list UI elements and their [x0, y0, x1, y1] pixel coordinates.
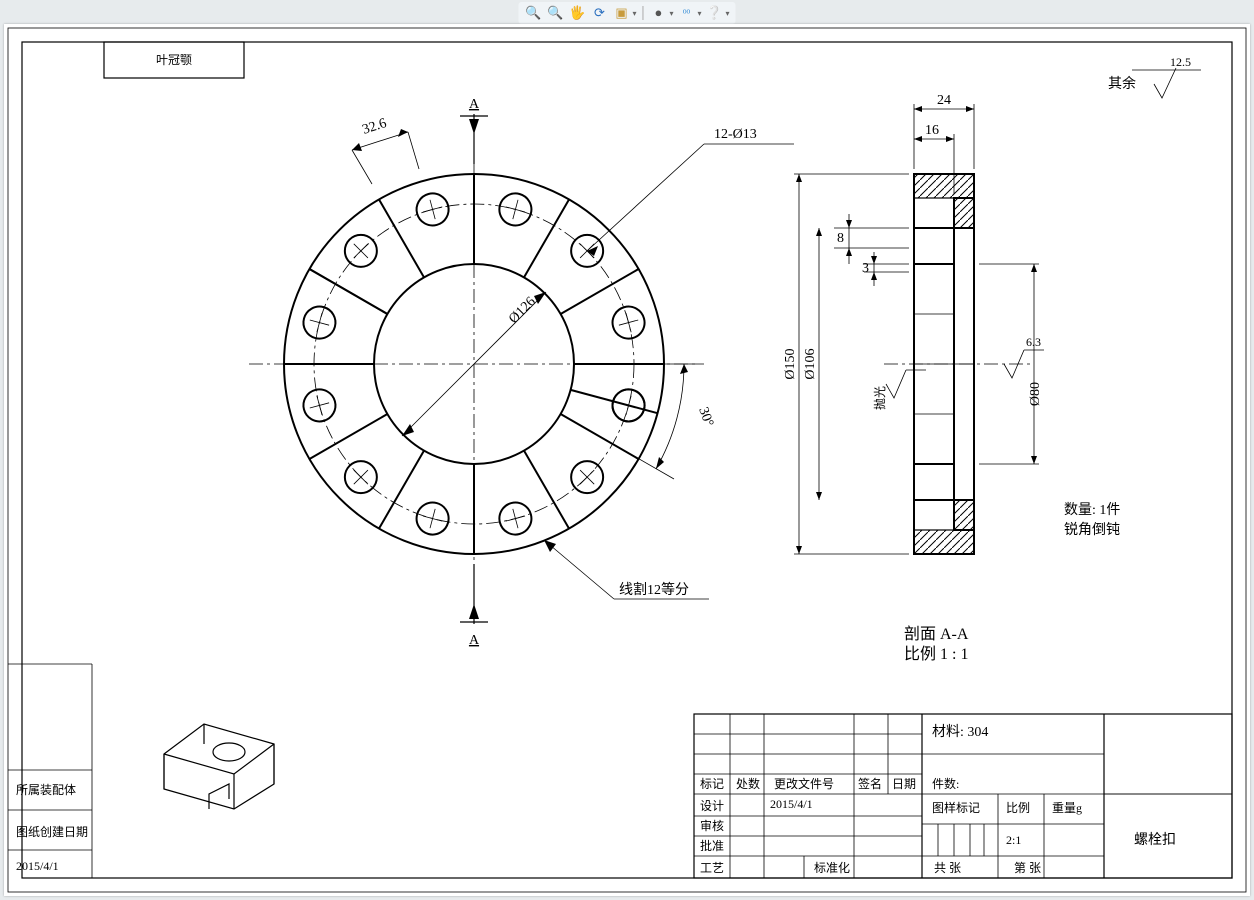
dim-80: Ø80: [1028, 382, 1043, 406]
drawing-sheet: 叶冠颚 所属装配体 图纸创建日期 2015/4/1: [4, 24, 1250, 896]
chevron-down-icon[interactable]: ▾: [698, 9, 702, 18]
dim-angle: 30°: [695, 405, 716, 429]
date-created-value: 2015/4/1: [16, 859, 59, 873]
dim-hole-callout: 12-Ø13: [714, 127, 757, 142]
dim-106: Ø106: [803, 348, 818, 379]
pan-icon[interactable]: 🖐: [568, 4, 586, 22]
lbl-design: 设计: [700, 799, 724, 813]
section-view: 24 16 8 3 Ø150 Ø106: [783, 93, 1044, 663]
sheet-inner-border: [22, 42, 1232, 878]
rest-label: 其余: [1108, 75, 1136, 92]
scale-val: 2:1: [1006, 833, 1021, 847]
figmark-text: 图样标记: [932, 800, 980, 815]
options-icon[interactable]: ᵒᵒ: [678, 4, 696, 22]
isometric-view: [164, 724, 274, 809]
surface-finish-left: 抛光: [872, 370, 926, 410]
view-cube-icon[interactable]: ▣: [612, 4, 630, 22]
section-title-line2: 比例 1 : 1: [904, 645, 968, 663]
hdr-sign: 签名: [858, 776, 882, 791]
chevron-down-icon[interactable]: ▾: [669, 9, 673, 18]
lbl-process: 工艺: [700, 861, 724, 875]
hdr-place: 处数: [736, 776, 760, 791]
quantity-notes: 数量: 1件 锐角倒钝: [1064, 502, 1120, 538]
surf-right-text: 6.3: [1026, 335, 1041, 349]
section-letter-bottom: A: [469, 633, 480, 648]
refresh-icon[interactable]: ⟳: [590, 4, 608, 22]
front-view: A A Ø126 12-Ø13 30°: [249, 97, 794, 648]
cad-drawing: 叶冠颚 所属装配体 图纸创建日期 2015/4/1: [4, 24, 1250, 896]
dim-bcd: Ø126: [506, 294, 539, 327]
qty-text: 数量: 1件: [1064, 502, 1120, 518]
toolbar-separator: [642, 6, 643, 20]
dim-3: 3: [862, 261, 869, 276]
dim-spacing: 32.6: [361, 116, 389, 138]
note-wirecut: 线割12等分: [619, 581, 689, 598]
top-label-text: 叶冠颚: [156, 53, 192, 67]
assembly-label: 所属装配体: [16, 783, 76, 797]
dim-8: 8: [837, 231, 844, 246]
sheet-no: 第 张: [1014, 861, 1041, 875]
edges-text: 锐角倒钝: [1064, 522, 1120, 538]
dim-16: 16: [925, 123, 939, 138]
zoom-in-icon[interactable]: 🔍: [524, 4, 542, 22]
material-text: 材料: 304: [932, 724, 988, 740]
hdr-changedoc: 更改文件号: [774, 776, 834, 791]
section-title-line1: 剖面 A-A: [904, 625, 969, 643]
section-letter-top: A: [469, 97, 480, 112]
date-created-label: 图纸创建日期: [16, 825, 88, 839]
sheets-total: 共 张: [934, 861, 961, 875]
weight-text: 重量g: [1052, 801, 1082, 815]
zoom-out-icon[interactable]: 🔍: [546, 4, 564, 22]
pieces-text: 件数:: [932, 776, 959, 791]
title-block: 标记 处数 更改文件号 签名 日期 设计 2015/4/1 审核 批准 工艺 标…: [694, 714, 1232, 878]
lbl-check: 审核: [700, 818, 724, 833]
view-toolbar: 🔍 🔍 🖐 ⟳ ▣ ▾ ● ▾ ᵒᵒ ▾ ❔ ▾: [518, 2, 735, 24]
surf-left-text: 抛光: [872, 386, 887, 410]
surface-finish-right: 6.3: [1004, 335, 1044, 378]
surface-rest-note: 其余 12.5: [1108, 55, 1201, 98]
val-design-date: 2015/4/1: [770, 797, 813, 811]
hdr-mark: 标记: [700, 777, 724, 791]
chevron-down-icon[interactable]: ▾: [632, 9, 636, 18]
rest-value: 12.5: [1170, 55, 1191, 69]
lbl-approve: 批准: [700, 838, 724, 853]
lbl-standardize: 标准化: [814, 861, 850, 875]
help-icon[interactable]: ❔: [706, 4, 724, 22]
part-name: 螺栓扣: [1134, 832, 1176, 848]
hdr-date: 日期: [892, 777, 916, 791]
dim-150: Ø150: [783, 348, 798, 379]
ratio-text: 比例: [1006, 801, 1030, 815]
dim-24: 24: [937, 93, 951, 108]
chevron-down-icon[interactable]: ▾: [726, 9, 730, 18]
dot-icon[interactable]: ●: [649, 4, 667, 22]
